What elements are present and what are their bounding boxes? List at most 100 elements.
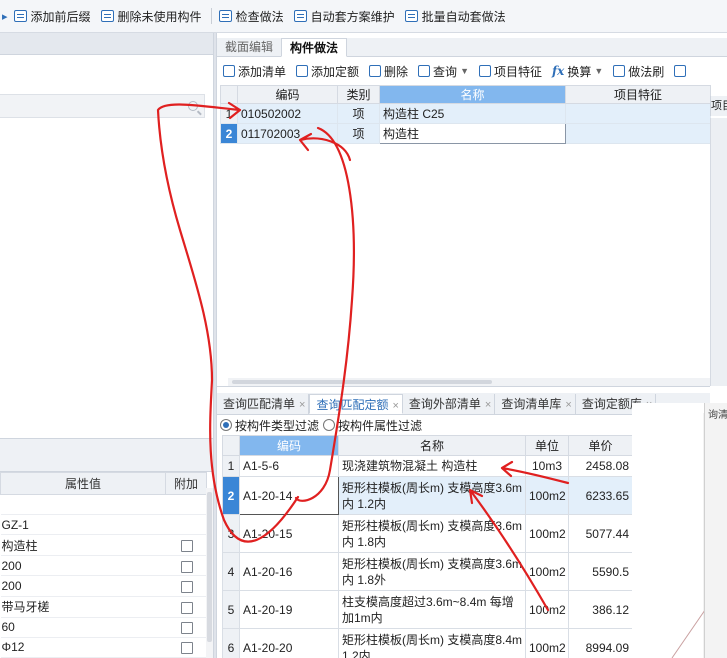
category-cell[interactable]: 项: [337, 123, 380, 144]
property-row[interactable]: GZ-1: [0, 514, 207, 536]
close-icon[interactable]: ×: [485, 399, 491, 411]
close-icon[interactable]: ×: [392, 400, 398, 412]
row-number[interactable]: 5: [222, 590, 240, 629]
attach-checkbox[interactable]: [180, 580, 193, 593]
tab-section-edit[interactable]: 截面编辑: [217, 38, 281, 57]
filter-by-type-label[interactable]: 按构件类型过滤: [235, 417, 319, 434]
add-quota-button[interactable]: 添加定额: [290, 63, 363, 80]
name-cell[interactable]: 矩形柱模板(周长m) 支模高度8.4m 1.2内: [338, 628, 526, 658]
query-button[interactable]: 查询 ▼: [412, 63, 473, 80]
table-row[interactable]: 2 011702003 项 构造柱: [220, 123, 711, 144]
category-header[interactable]: 类别: [337, 85, 380, 104]
convert-button[interactable]: fx 换算 ▼: [546, 63, 607, 80]
method-grid-hscroll-thumb[interactable]: [232, 380, 492, 384]
attach-checkbox[interactable]: [180, 642, 193, 655]
filter-by-attribute-radio[interactable]: [323, 419, 336, 431]
name-cell[interactable]: 柱支模高度超过3.6m~8.4m 每增加1m内: [338, 590, 526, 629]
price-cell[interactable]: 2458.08: [568, 455, 633, 477]
unit-cell[interactable]: 10m3: [525, 455, 569, 477]
filter-by-attribute-label[interactable]: 按构件属性过滤: [338, 417, 422, 434]
table-row[interactable]: 2 A1-20-14 矩形柱模板(周长m) 支模高度3.6m内 1.2内 100…: [222, 476, 633, 515]
code-cell[interactable]: 010502002: [237, 103, 338, 124]
tab-query-match-list[interactable]: 查询匹配清单 ×: [217, 394, 310, 414]
name-header[interactable]: 名称: [379, 85, 566, 104]
name-header[interactable]: 名称: [338, 435, 526, 456]
auto-scheme-button[interactable]: 自动套方案维护: [290, 5, 401, 27]
add-prefix-suffix-button[interactable]: 添加前后缀: [10, 5, 97, 27]
attach-checkbox[interactable]: [180, 560, 193, 573]
property-scrollbar-thumb[interactable]: [207, 492, 212, 642]
unit-cell[interactable]: 100m2: [525, 628, 569, 658]
batch-auto-apply-button[interactable]: 批量自动套做法: [401, 5, 512, 27]
property-value[interactable]: 200: [0, 575, 166, 597]
property-row[interactable]: 200: [0, 555, 207, 577]
name-cell[interactable]: 矩形柱模板(周长m) 支模高度3.6m内 1.2内: [338, 476, 526, 515]
table-row[interactable]: 1 010502002 项 构造柱 C25: [220, 103, 711, 124]
method-grid-vscroll[interactable]: [710, 118, 727, 386]
table-row[interactable]: 5 A1-20-19 柱支模高度超过3.6m~8.4m 每增加1m内 100m2…: [222, 590, 633, 629]
property-value[interactable]: 带马牙槎: [0, 596, 166, 618]
row-number[interactable]: 1: [222, 455, 240, 477]
unit-cell[interactable]: 100m2: [525, 590, 569, 629]
unit-cell[interactable]: 100m2: [525, 552, 569, 591]
project-features-button[interactable]: 项目特征: [473, 63, 546, 80]
check-method-button[interactable]: 检查做法: [215, 5, 290, 27]
table-row[interactable]: 4 A1-20-16 矩形柱模板(周长m) 支模高度3.6m内 1.8外 100…: [222, 552, 633, 591]
code-cell[interactable]: A1-5-6: [239, 455, 339, 477]
features-cell[interactable]: [565, 123, 711, 144]
price-cell[interactable]: 386.12: [568, 590, 633, 629]
code-cell-editor[interactable]: A1-20-14: [239, 476, 339, 515]
tab-query-list-library[interactable]: 查询清单库 ×: [495, 394, 576, 414]
table-row[interactable]: 1 A1-5-6 现浇建筑物混凝土 构造柱 10m3 2458.08: [222, 455, 633, 477]
features-header[interactable]: 项目特征: [565, 85, 711, 104]
price-cell[interactable]: 6233.65: [568, 476, 633, 515]
code-header[interactable]: 编码: [237, 85, 338, 104]
property-value[interactable]: GZ-1: [0, 514, 166, 536]
unit-header[interactable]: 单位: [525, 435, 569, 456]
more-button[interactable]: [668, 65, 693, 77]
method-brush-button[interactable]: 做法刷: [607, 63, 668, 80]
tab-query-match-quota[interactable]: 查询匹配定额 ×: [309, 394, 403, 414]
attach-checkbox[interactable]: [180, 601, 193, 614]
tab-component-method[interactable]: 构件做法: [281, 38, 348, 57]
category-cell[interactable]: 项: [337, 103, 380, 124]
name-cell[interactable]: 矩形柱模板(周长m) 支模高度3.6m内 1.8内: [338, 514, 526, 553]
price-cell[interactable]: 8994.09: [568, 628, 633, 658]
property-row[interactable]: [0, 494, 207, 516]
property-value[interactable]: 200: [0, 555, 166, 577]
name-cell[interactable]: 矩形柱模板(周长m) 支模高度3.6m内 1.8外: [338, 552, 526, 591]
close-icon[interactable]: ×: [565, 399, 571, 411]
row-number[interactable]: 3: [222, 514, 240, 553]
property-row[interactable]: 带马牙槎: [0, 596, 207, 618]
code-cell[interactable]: 011702003: [237, 123, 338, 144]
row-number[interactable]: 1: [220, 103, 238, 124]
attach-checkbox[interactable]: [180, 540, 193, 553]
name-cell[interactable]: 现浇建筑物混凝土 构造柱: [338, 455, 526, 477]
price-cell[interactable]: 5590.5: [568, 552, 633, 591]
property-row[interactable]: 构造柱: [0, 534, 207, 557]
row-number[interactable]: 4: [222, 552, 240, 591]
property-row[interactable]: 60: [0, 617, 207, 638]
delete-unused-button[interactable]: 删除未使用构件: [97, 5, 208, 27]
row-number[interactable]: 6: [222, 628, 240, 658]
unit-cell[interactable]: 100m2: [525, 514, 569, 553]
name-cell[interactable]: 构造柱 C25: [379, 103, 566, 124]
code-cell[interactable]: A1-20-15: [239, 514, 339, 553]
filter-by-type-radio[interactable]: [220, 419, 232, 431]
code-header[interactable]: 编码: [239, 435, 339, 456]
features-cell[interactable]: [565, 103, 711, 124]
price-header[interactable]: 单价: [568, 435, 633, 456]
tab-query-external-list[interactable]: 查询外部清单 ×: [402, 394, 496, 414]
code-cell[interactable]: A1-20-19: [239, 590, 339, 629]
unit-cell[interactable]: 100m2: [525, 476, 569, 515]
close-icon[interactable]: ×: [299, 399, 305, 411]
property-row[interactable]: 200: [0, 575, 207, 597]
search-icon[interactable]: [188, 101, 198, 111]
price-cell[interactable]: 5077.44: [568, 514, 633, 553]
row-number[interactable]: 2: [220, 123, 238, 144]
property-value[interactable]: Φ12: [0, 637, 166, 658]
property-value[interactable]: 60: [0, 617, 166, 638]
code-cell[interactable]: A1-20-20: [239, 628, 339, 658]
component-search-input[interactable]: [0, 94, 205, 118]
table-row[interactable]: 6 A1-20-20 矩形柱模板(周长m) 支模高度8.4m 1.2内 100m…: [222, 628, 633, 658]
